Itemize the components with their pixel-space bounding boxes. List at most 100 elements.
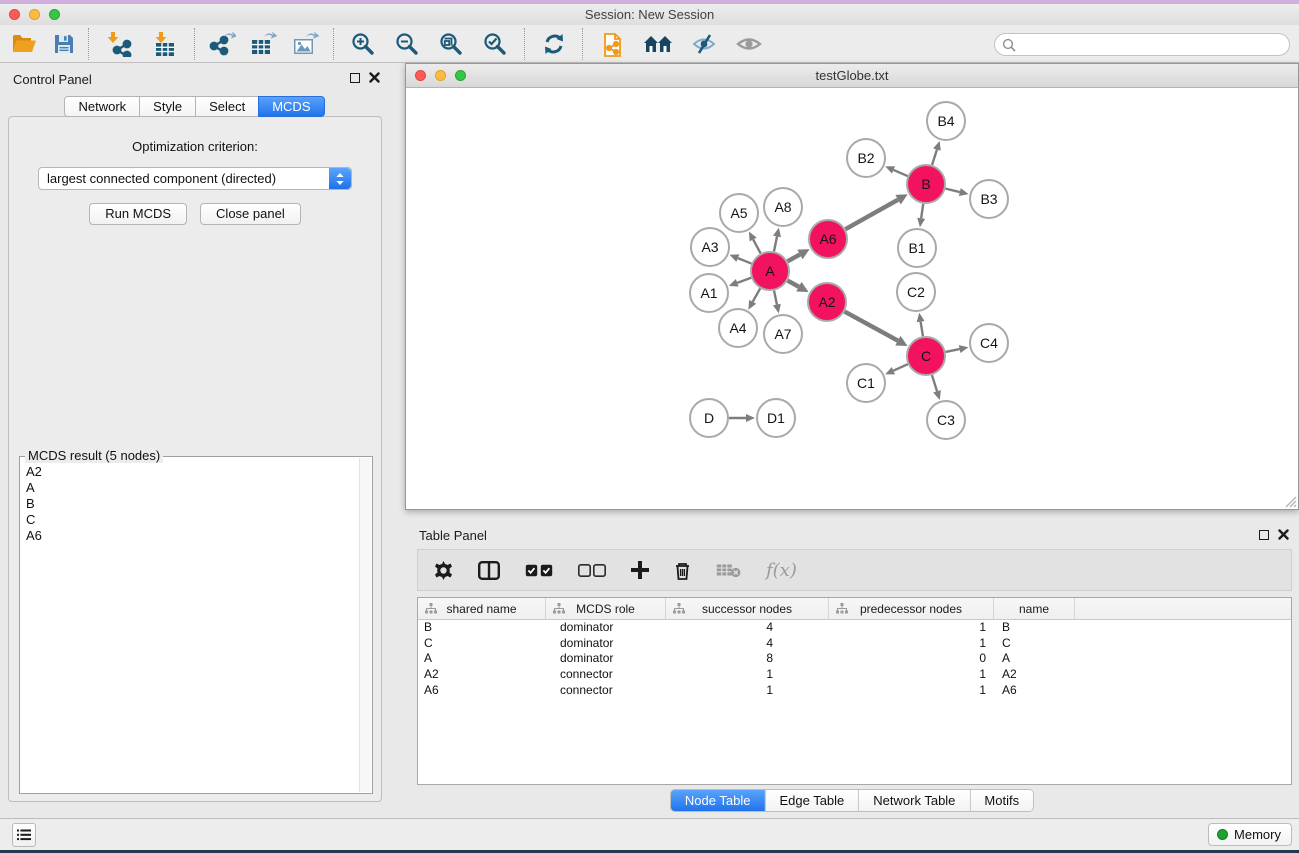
graph-node-label: A3 xyxy=(701,239,718,255)
graph-edge-A-A2[interactable] xyxy=(788,281,799,287)
function-builder-icon[interactable]: f(x) xyxy=(766,560,797,581)
graph-edge-B-B4[interactable] xyxy=(932,150,937,165)
graph-edge-C-C1[interactable] xyxy=(893,364,907,370)
close-table-panel-icon[interactable] xyxy=(1278,529,1289,540)
column-header-mcds-role[interactable]: MCDS role xyxy=(546,598,666,619)
column-header-predecessor-nodes[interactable]: predecessor nodes xyxy=(829,598,994,619)
table-cell: 1 xyxy=(829,636,994,652)
run-mcds-button[interactable]: Run MCDS xyxy=(89,203,187,225)
memory-button[interactable]: Memory xyxy=(1208,823,1292,846)
table-row[interactable]: A6connector11A6 xyxy=(418,683,1291,699)
graph-edge-B-B1[interactable] xyxy=(921,204,923,218)
graph-edge-C-C2[interactable] xyxy=(921,322,923,337)
delete-column-icon[interactable] xyxy=(674,561,691,580)
show-eye-icon[interactable] xyxy=(734,29,764,59)
criterion-select[interactable]: largest connected component (directed) xyxy=(38,167,352,190)
deselect-all-icon[interactable] xyxy=(578,564,606,577)
graph-edge-A-A1[interactable] xyxy=(737,278,751,283)
network-minimize-button[interactable] xyxy=(435,70,446,81)
refresh-icon[interactable] xyxy=(539,29,569,59)
search-input[interactable] xyxy=(1016,34,1289,55)
graph-edge-C-C4[interactable] xyxy=(946,349,960,352)
select-all-icon[interactable] xyxy=(525,564,553,577)
import-table-icon[interactable] xyxy=(149,29,179,59)
table-cell: A6 xyxy=(994,683,1075,699)
table-cell: C xyxy=(994,636,1075,652)
mcds-result-item[interactable]: A xyxy=(26,480,354,496)
table-row[interactable]: Bdominator41B xyxy=(418,620,1291,636)
mcds-result-item[interactable]: C xyxy=(26,512,354,528)
graph-edge-A-A8[interactable] xyxy=(774,236,777,251)
save-session-icon[interactable] xyxy=(49,29,79,59)
export-table-icon[interactable] xyxy=(249,29,279,59)
maximize-window-button[interactable] xyxy=(49,9,60,20)
export-image-icon[interactable] xyxy=(291,29,321,59)
tab-style[interactable]: Style xyxy=(139,96,196,117)
import-network-icon[interactable] xyxy=(104,29,134,59)
tab-node-table[interactable]: Node Table xyxy=(671,790,765,811)
graph-edge-B-B3[interactable] xyxy=(945,189,959,192)
minimize-window-button[interactable] xyxy=(29,9,40,20)
zoom-in-icon[interactable] xyxy=(348,29,378,59)
table-row[interactable]: Cdominator41C xyxy=(418,636,1291,652)
graph-node-label: A7 xyxy=(774,326,791,342)
zoom-fit-icon[interactable] xyxy=(436,29,466,59)
column-header-successor-nodes[interactable]: successor nodes xyxy=(666,598,829,619)
column-browser-icon[interactable] xyxy=(478,561,500,580)
float-table-panel-icon[interactable] xyxy=(1259,530,1269,540)
mcds-result-group: MCDS result (5 nodes) A2ABCA6 xyxy=(19,456,373,794)
graph-edge-A-A3[interactable] xyxy=(738,258,752,263)
tab-motifs[interactable]: Motifs xyxy=(969,790,1033,811)
home-icon[interactable] xyxy=(643,29,673,59)
table-row[interactable]: A2connector11A2 xyxy=(418,667,1291,683)
table-cell: 1 xyxy=(829,620,994,636)
network-close-button[interactable] xyxy=(415,70,426,81)
add-column-icon[interactable] xyxy=(631,561,649,579)
search-field[interactable] xyxy=(994,33,1290,56)
graph-node-label: C4 xyxy=(980,335,998,351)
zoom-out-icon[interactable] xyxy=(392,29,422,59)
graph-edge-A-A7[interactable] xyxy=(774,291,777,305)
graph-node-label: A6 xyxy=(819,231,836,247)
mcds-tab-content: Optimization criterion: largest connecte… xyxy=(8,116,382,802)
delete-table-icon[interactable] xyxy=(716,563,741,578)
column-header-name[interactable]: name xyxy=(994,598,1075,619)
graph-edge-A-A5[interactable] xyxy=(753,239,760,253)
close-panel-button[interactable]: Close panel xyxy=(200,203,301,225)
graph-edge-C-C3[interactable] xyxy=(932,375,937,391)
mcds-result-item[interactable]: A2 xyxy=(26,464,354,480)
close-panel-icon[interactable] xyxy=(369,72,380,83)
network-window-titlebar[interactable]: testGlobe.txt xyxy=(406,64,1298,88)
graph-edge-B-B2[interactable] xyxy=(894,170,908,176)
tab-network[interactable]: Network xyxy=(64,96,140,117)
table-settings-gear-icon[interactable] xyxy=(434,561,453,580)
task-history-button[interactable] xyxy=(12,823,36,847)
table-row[interactable]: Adominator80A xyxy=(418,651,1291,667)
tab-mcds[interactable]: MCDS xyxy=(258,96,324,117)
float-panel-icon[interactable] xyxy=(350,73,360,83)
table-cell: dominator xyxy=(546,620,666,636)
mcds-result-item[interactable]: A6 xyxy=(26,528,354,544)
tab-edge-table[interactable]: Edge Table xyxy=(764,790,858,811)
hide-glasses-icon[interactable] xyxy=(689,29,719,59)
resize-grip-icon[interactable] xyxy=(1282,493,1297,508)
tab-select[interactable]: Select xyxy=(195,96,259,117)
graph-edge-A2-C[interactable] xyxy=(845,312,898,341)
tab-network-table[interactable]: Network Table xyxy=(858,790,969,811)
zoom-selected-icon[interactable] xyxy=(480,29,510,59)
new-network-icon[interactable] xyxy=(598,29,628,59)
close-window-button[interactable] xyxy=(9,9,20,20)
open-file-icon[interactable] xyxy=(9,29,39,59)
graph-edge-A-A4[interactable] xyxy=(753,288,761,301)
graph-arrowhead-icon xyxy=(933,141,941,151)
column-header-shared-name[interactable]: shared name xyxy=(418,598,546,619)
app-titlebar: Session: New Session xyxy=(0,4,1299,25)
table-cell: A6 xyxy=(418,683,546,699)
result-scrollbar[interactable] xyxy=(359,458,371,792)
network-canvas[interactable]: B4B2BB3A8A5A6A3B1AA1C2A2A4A7C4CC1C3DD1 xyxy=(406,89,1298,509)
export-network-icon[interactable] xyxy=(207,29,237,59)
mcds-result-item[interactable]: B xyxy=(26,496,354,512)
graph-edge-A6-B[interactable] xyxy=(845,200,898,230)
network-maximize-button[interactable] xyxy=(455,70,466,81)
graph-edge-A-A6[interactable] xyxy=(788,254,800,261)
